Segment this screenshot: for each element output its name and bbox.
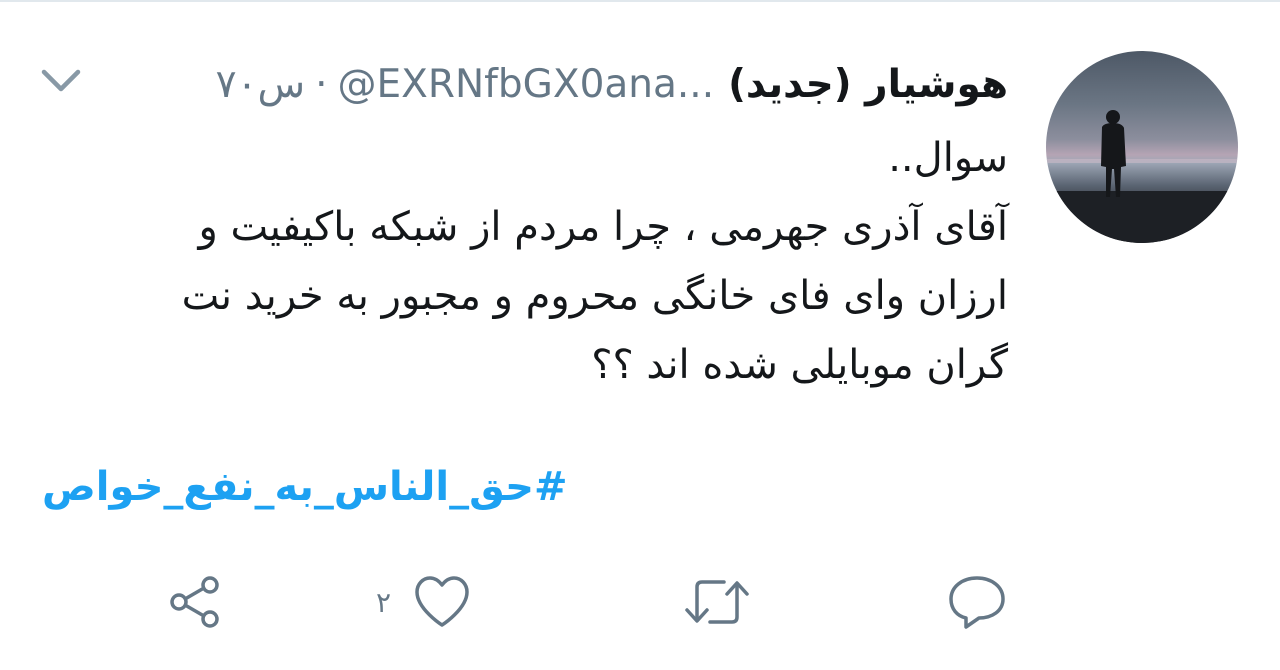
reply-icon xyxy=(949,576,1005,629)
tweet-text-line: گران موبایلی شده اند ؟؟ xyxy=(591,342,1008,388)
tweet-text: سوال.. آقای آذری جهرمی ، چرا مردم از شبک… xyxy=(48,124,1008,400)
like-button[interactable]: ۲ xyxy=(376,572,471,632)
top-divider xyxy=(0,0,1280,2)
separator-dot: · xyxy=(315,61,328,107)
retweet-button[interactable] xyxy=(684,572,750,632)
avatar[interactable] xyxy=(1046,51,1238,243)
share-button[interactable] xyxy=(166,572,224,632)
display-name[interactable]: هوشیار (جدید) xyxy=(728,62,1008,107)
timestamp[interactable]: ۷۰س xyxy=(216,62,306,107)
tweet-text-line: ارزان وای فای خانگی محروم و مجبور به خری… xyxy=(181,273,1008,319)
chevron-down-icon[interactable] xyxy=(38,62,84,98)
like-count: ۲ xyxy=(376,585,392,619)
avatar-image xyxy=(1046,110,1238,243)
like-icon xyxy=(415,576,469,627)
tweet-text-line: آقای آذری جهرمی ، چرا مردم از شبکه باکیف… xyxy=(198,204,1009,250)
tweet-header: هوشیار (جدید) @EXRNfbGX0ana... · ۷۰س xyxy=(216,56,1008,112)
tweet-text-line: سوال.. xyxy=(888,135,1008,181)
reply-button[interactable] xyxy=(946,572,1008,632)
retweet-icon xyxy=(685,580,749,624)
hashtag-link[interactable]: #حق_الناس_به_نفع_خواص xyxy=(42,464,568,510)
share-icon xyxy=(170,576,219,628)
user-handle[interactable]: @EXRNfbGX0ana... xyxy=(338,62,715,107)
